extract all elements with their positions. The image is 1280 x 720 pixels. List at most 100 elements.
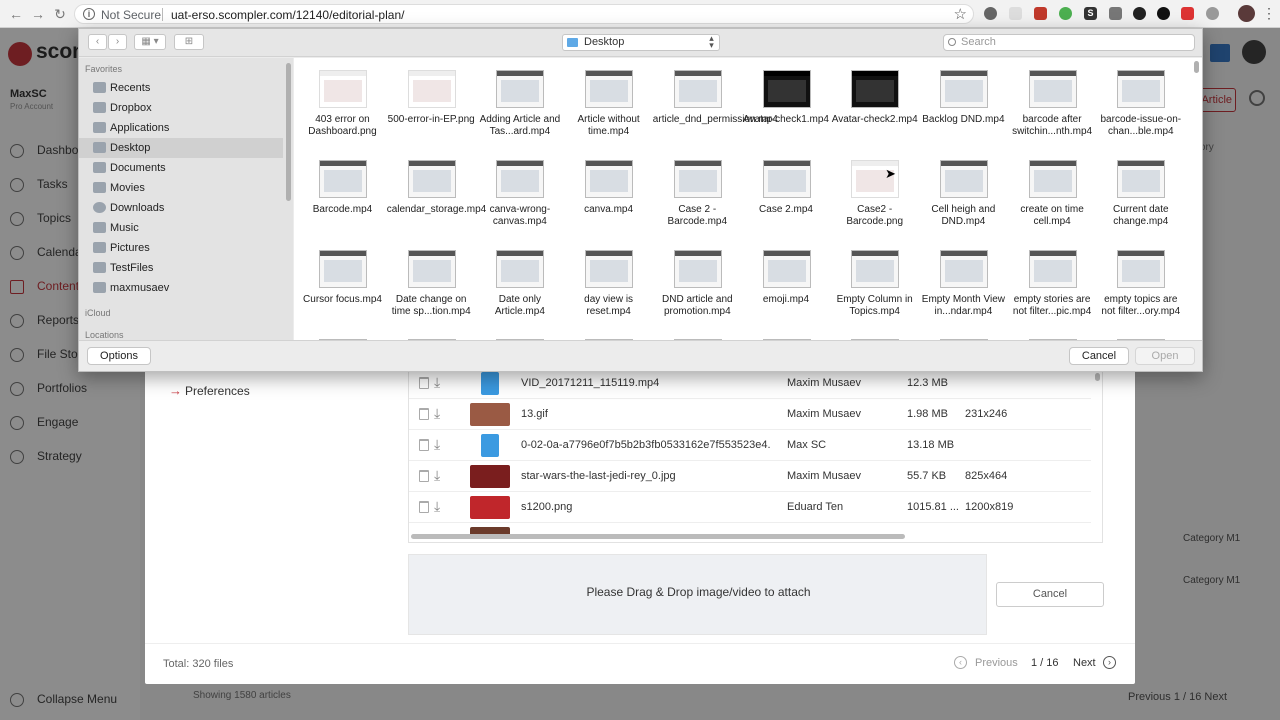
table-row[interactable] (409, 523, 1091, 542)
file-item[interactable]: Current date change.mp4 (1096, 148, 1185, 236)
bookmark-star-icon[interactable]: ☆ (954, 5, 967, 23)
sidebar-item-downloads[interactable]: Downloads (79, 198, 283, 218)
sidebar-item-applications[interactable]: Applications (79, 118, 283, 138)
preferences-link[interactable]: → Preferences (169, 383, 309, 401)
download-icon[interactable]: ⤓ (434, 405, 440, 422)
download-icon[interactable]: ⤓ (434, 374, 440, 391)
browser-menu-icon[interactable]: ⋮ (1262, 5, 1276, 21)
trash-icon[interactable] (419, 501, 429, 513)
trash-icon[interactable] (419, 408, 429, 420)
trash-icon[interactable] (419, 439, 429, 451)
table-row[interactable]: ⤓ star-wars-the-last-jedi-rey_0.jpg Maxi… (409, 461, 1091, 492)
file-item[interactable]: barcode after switchin...nth.mp4 (1008, 58, 1097, 146)
sidebar-item-movies[interactable]: Movies (79, 178, 283, 198)
next-icon[interactable]: › (1103, 656, 1116, 669)
file-item[interactable]: canva.mp4 (564, 148, 653, 236)
file-item[interactable]: article_dnd_permission.mp4 (653, 58, 778, 146)
file-item[interactable]: Backlog DND.mp4 (919, 58, 1008, 146)
file-name: 0-02-0a-a7796e0f7b5b2b3fb0533162e7f55352… (521, 439, 771, 451)
extension-icon[interactable] (1181, 7, 1194, 20)
file-item[interactable]: canva-wrong-canvas.mp4 (475, 148, 564, 236)
address-bar[interactable]: i Not Secure uat-erso.scompler.com/12140… (74, 4, 974, 24)
file-storage-modal: → Preferences ⤓ VID_20171211_115119.mp4 … (145, 340, 1135, 684)
table-row[interactable]: ⤓ 13.gif Maxim Musaev 1.98 MB 231x246 (409, 399, 1091, 430)
table-row[interactable]: ⤓ 0-02-0a-a7796e0f7b5b2b3fb0533162e7f553… (409, 430, 1091, 461)
trash-icon[interactable] (419, 470, 429, 482)
grid-scrollbar[interactable] (1194, 61, 1199, 73)
file-item[interactable]: Cell heigh and DND.mp4 (919, 148, 1008, 236)
forward-icon[interactable]: → (30, 6, 46, 22)
location-select[interactable]: Desktop ▴ ▾ (562, 34, 720, 51)
extension-icon[interactable] (1157, 7, 1170, 20)
extension-icon[interactable]: S (1084, 7, 1097, 20)
file-item[interactable]: Case 2.mp4 (742, 148, 831, 236)
file-item[interactable]: Barcode.mp4 (298, 148, 387, 236)
open-button[interactable]: Open (1135, 347, 1195, 365)
file-item[interactable]: day view is reset.mp4 (564, 238, 653, 326)
drop-zone[interactable]: Please Drag & Drop image/video to attach (408, 554, 987, 635)
file-item[interactable]: Article without time.mp4 (564, 58, 653, 146)
forward-nav-icon[interactable]: › (108, 34, 127, 50)
sidebar-item-recents[interactable]: Recents (79, 78, 283, 98)
trash-icon[interactable] (419, 377, 429, 389)
extension-icon[interactable] (1059, 7, 1072, 20)
file-item[interactable]: Adding Article and Tas...ard.mp4 (475, 58, 564, 146)
cancel-button[interactable]: Cancel (996, 582, 1104, 607)
file-item[interactable]: Cursor focus.mp4 (298, 238, 387, 326)
url-text[interactable]: uat-erso.scompler.com/12140/editorial-pl… (171, 8, 404, 22)
previous-icon[interactable]: ‹ (954, 656, 967, 669)
reload-icon[interactable]: ↻ (52, 6, 68, 22)
file-item[interactable]: create on time cell.mp4 (1008, 148, 1097, 236)
sidebar-item-home[interactable]: maxmusaev (79, 278, 283, 298)
file-item[interactable]: Empty Month View in...ndar.mp4 (919, 238, 1008, 326)
options-button[interactable]: Options (87, 347, 151, 365)
previous-button[interactable]: Previous (975, 657, 1018, 669)
file-thumbnail (585, 160, 634, 198)
search-input[interactable]: Search (943, 34, 1195, 51)
file-item[interactable]: emoji.mp4 (742, 238, 831, 326)
file-item[interactable]: Case 2 - Barcode.mp4 (653, 148, 742, 236)
file-item[interactable]: Date only Article.mp4 (475, 238, 564, 326)
file-item[interactable]: barcode-issue-on-chan...ble.mp4 (1096, 58, 1185, 146)
view-options-icon[interactable]: ▦ ▾ (134, 34, 166, 50)
table-row[interactable]: ⤓ VID_20171211_115119.mp4 Maxim Musaev 1… (409, 371, 1091, 399)
extension-icon[interactable] (1133, 7, 1146, 20)
sidebar-item-dropbox[interactable]: Dropbox (79, 98, 283, 118)
pdf-extension-icon[interactable] (1034, 7, 1047, 20)
download-icon[interactable]: ⤓ (434, 467, 440, 484)
sidebar-scrollbar[interactable] (286, 63, 291, 201)
sidebar-item-testfiles[interactable]: TestFiles (79, 258, 283, 278)
info-icon[interactable]: i (83, 8, 95, 20)
next-button[interactable]: Next (1073, 657, 1096, 669)
file-item[interactable]: DND article and promotion.mp4 (653, 238, 742, 326)
file-item[interactable]: Empty Column in Topics.mp4 (830, 238, 919, 326)
profile-avatar[interactable] (1238, 5, 1255, 22)
table-row[interactable]: ⤓ s1200.png Eduard Ten 1015.81 ... 1200x… (409, 492, 1091, 523)
back-nav-icon[interactable]: ‹ (88, 34, 107, 50)
file-item[interactable]: Date change on time sp...tion.mp4 (387, 238, 476, 326)
extension-icon[interactable] (1206, 7, 1219, 20)
file-item[interactable]: empty stories are not filter...pic.mp4 (1008, 238, 1097, 326)
file-item[interactable]: 500-error-in-EP.png (387, 58, 476, 146)
file-item[interactable]: empty topics are not filter...ory.mp4 (1096, 238, 1185, 326)
download-icon[interactable]: ⤓ (434, 498, 440, 515)
back-icon[interactable]: ← (8, 6, 24, 22)
file-item[interactable]: Avatar-check2.mp4 (830, 58, 919, 146)
sidebar-item-music[interactable]: Music (79, 218, 283, 238)
file-item[interactable]: 403 error on Dashboard.png (298, 58, 387, 146)
download-icon[interactable]: ⤓ (434, 436, 440, 453)
dialog-cancel-button[interactable]: Cancel (1069, 347, 1129, 365)
file-name: s1200.png (521, 501, 573, 513)
file-item[interactable]: calendar_storage.mp4 (387, 148, 486, 236)
file-item[interactable]: Avatar-check1.mp4 (742, 58, 831, 146)
new-folder-icon[interactable]: ⊞ (174, 34, 204, 50)
extension-icon[interactable] (1009, 7, 1022, 20)
sidebar-item-documents[interactable]: Documents (79, 158, 283, 178)
sidebar-item-desktop[interactable]: Desktop (79, 138, 283, 158)
file-item[interactable]: Case2 - Barcode.png (830, 148, 919, 236)
extension-icon[interactable] (1109, 7, 1122, 20)
table-horizontal-scrollbar[interactable] (411, 534, 905, 539)
extension-icon[interactable] (984, 7, 997, 20)
table-vertical-scrollbar[interactable] (1095, 373, 1100, 381)
sidebar-item-pictures[interactable]: Pictures (79, 238, 283, 258)
